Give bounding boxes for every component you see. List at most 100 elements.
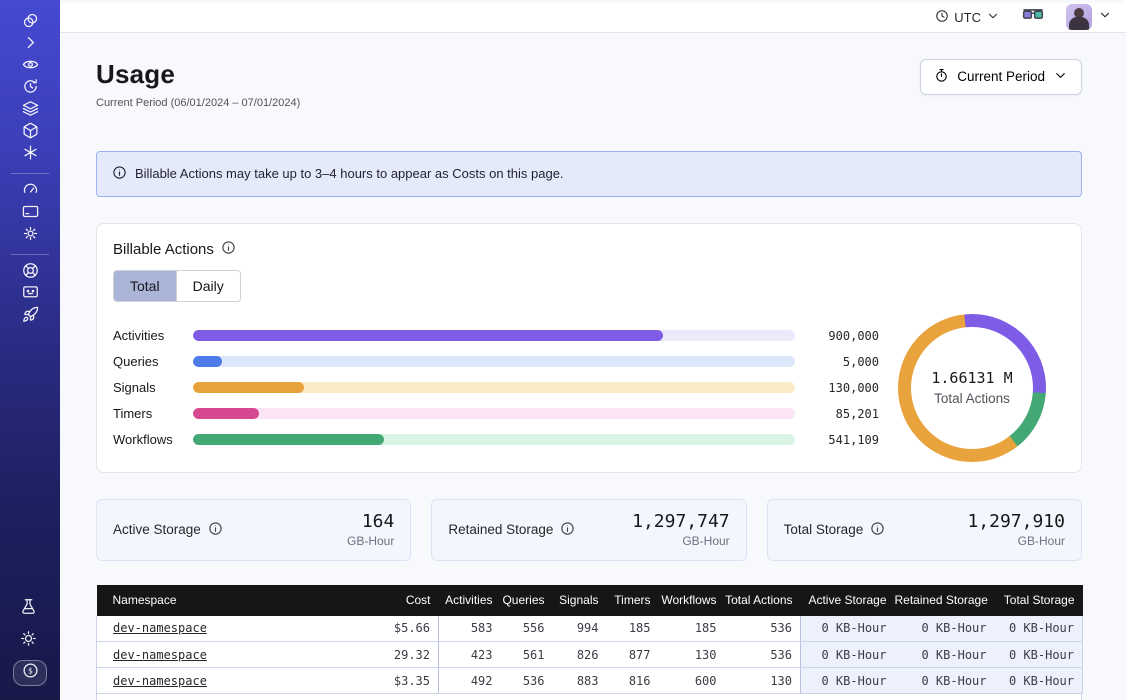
column-header-namespace: Namespace bbox=[97, 585, 367, 616]
sun-icon bbox=[20, 630, 37, 652]
cell-timers: 816 bbox=[607, 668, 659, 694]
cell-timers: 877 bbox=[607, 642, 659, 668]
namespace-link[interactable]: dev-namespace bbox=[113, 621, 207, 635]
info-icon[interactable] bbox=[221, 240, 236, 259]
retained-storage-value: 1,297,747 bbox=[632, 511, 730, 532]
avatar[interactable] bbox=[1066, 4, 1092, 30]
sidebar-item-monitor[interactable] bbox=[15, 284, 45, 306]
cell-total_actions: 536 bbox=[725, 642, 801, 668]
bar-fill bbox=[193, 330, 663, 341]
glasses-icon bbox=[1022, 7, 1044, 27]
sidebar-item-asterisk[interactable] bbox=[15, 144, 45, 166]
bar-value: 900,000 bbox=[807, 329, 879, 343]
sidebar-item-layers[interactable] bbox=[15, 100, 45, 122]
current-period-label: Current Period bbox=[957, 69, 1045, 84]
sidebar-item-credit-card[interactable] bbox=[15, 203, 45, 225]
cell-workflows: 130 bbox=[659, 642, 725, 668]
bar-value: 5,000 bbox=[807, 355, 879, 369]
table-header-row: NamespaceCostActivitiesQueriesSignalsTim… bbox=[97, 585, 1083, 616]
bar-fill bbox=[193, 382, 304, 393]
timezone-label: UTC bbox=[954, 10, 981, 25]
active-storage-label: Active Storage bbox=[113, 522, 201, 537]
dollar-coin-icon: $ bbox=[22, 662, 39, 684]
cell-activities: 583 bbox=[439, 616, 501, 642]
column-header-cost: Cost bbox=[367, 585, 439, 616]
cell-total_storage: 0 KB-Hour bbox=[995, 616, 1083, 642]
bar-row-activities: Activities 900,000 bbox=[113, 323, 879, 349]
bar-value: 130,000 bbox=[807, 381, 879, 395]
cell-signals: 883 bbox=[553, 668, 607, 694]
total-storage-unit: GB-Hour bbox=[967, 534, 1065, 548]
sidebar-item-rocket[interactable] bbox=[15, 306, 45, 328]
cell-activities: 492 bbox=[439, 668, 501, 694]
cell-cost: $5.66 bbox=[367, 616, 439, 642]
layers-icon bbox=[22, 100, 39, 122]
flask-icon bbox=[20, 598, 37, 620]
table-row: dev-namespace$5.665835569941851855360 KB… bbox=[97, 616, 1083, 642]
cell-retained_storage: 0 KB-Hour bbox=[895, 668, 995, 694]
page-header: Usage Current Period (06/01/2024 – 07/01… bbox=[96, 59, 1082, 109]
current-period-button[interactable]: Current Period bbox=[920, 59, 1082, 95]
sidebar-item-chevron-right[interactable] bbox=[15, 34, 45, 56]
card-title-row: Billable Actions bbox=[113, 240, 1065, 259]
total-storage-card: Total Storage 1,297,910 GB-Hour bbox=[767, 499, 1082, 561]
sidebar-item-gear[interactable] bbox=[15, 225, 45, 247]
sidebar-item-sun[interactable] bbox=[13, 628, 43, 654]
lifebuoy-icon bbox=[22, 262, 39, 284]
timezone-selector[interactable]: UTC bbox=[935, 9, 1000, 26]
cell-signals: 826 bbox=[553, 642, 607, 668]
bar-row-signals: Signals130,000 bbox=[113, 375, 879, 401]
sidebar-item-history[interactable] bbox=[15, 78, 45, 100]
temporal-logo-icon bbox=[22, 12, 39, 34]
cell-queries: 561 bbox=[501, 642, 553, 668]
namespace-link[interactable]: dev-namespace bbox=[113, 648, 207, 662]
cell-total_storage: 0 KB-Hour bbox=[995, 642, 1083, 668]
donut-ring: 1.66131 M Total Actions bbox=[898, 314, 1046, 462]
namespace-usage-table: NamespaceCostActivitiesQueriesSignalsTim… bbox=[96, 585, 1083, 695]
sidebar-item-temporal-logo[interactable] bbox=[15, 12, 45, 34]
bar-track bbox=[193, 356, 795, 367]
bar-row-workflows: Workflows541,109 bbox=[113, 427, 879, 453]
bar-track bbox=[193, 434, 795, 445]
donut-chart: 1.66131 M Total Actions bbox=[879, 314, 1065, 462]
billable-actions-title: Billable Actions bbox=[113, 241, 214, 258]
bar-value: 85,201 bbox=[807, 407, 879, 421]
info-icon[interactable] bbox=[870, 521, 885, 539]
bar-fill bbox=[193, 434, 384, 445]
eye-icon bbox=[22, 56, 39, 78]
sidebar-item-flask[interactable] bbox=[13, 596, 43, 622]
bar-track bbox=[193, 408, 795, 419]
page-title: Usage bbox=[96, 59, 300, 90]
chevron-down-icon bbox=[1098, 8, 1112, 27]
tab-total[interactable]: Total bbox=[114, 271, 176, 301]
cell-retained_storage: 0 KB-Hour bbox=[895, 642, 995, 668]
sidebar-item-cube[interactable] bbox=[15, 122, 45, 144]
namespace-link[interactable]: dev-namespace bbox=[113, 674, 207, 688]
account-menu[interactable] bbox=[1066, 4, 1112, 30]
cell-workflows: 600 bbox=[659, 668, 725, 694]
stopwatch-icon bbox=[934, 68, 949, 86]
chevron-down-icon bbox=[986, 9, 1000, 26]
sidebar-item-dollar-coin[interactable]: $ bbox=[13, 660, 47, 686]
cell-timers: 185 bbox=[607, 616, 659, 642]
sidebar-item-gauge[interactable] bbox=[15, 181, 45, 203]
table-row: dev-namespace29.324235618268771305360 KB… bbox=[97, 642, 1083, 668]
glasses-button[interactable] bbox=[1022, 7, 1044, 27]
sidebar-item-lifebuoy[interactable] bbox=[15, 262, 45, 284]
cube-icon bbox=[22, 122, 39, 144]
chevron-down-icon bbox=[1053, 68, 1068, 86]
column-header-activities: Activities bbox=[439, 585, 501, 616]
history-icon bbox=[22, 78, 39, 100]
cell-signals: 994 bbox=[553, 616, 607, 642]
clock-icon bbox=[935, 9, 949, 26]
bar-track bbox=[193, 330, 795, 341]
cell-total_actions: 130 bbox=[725, 668, 801, 694]
info-icon[interactable] bbox=[560, 521, 575, 539]
gear-icon bbox=[22, 225, 39, 247]
total-actions-label: Total Actions bbox=[934, 391, 1010, 406]
sidebar-item-eye[interactable] bbox=[15, 56, 45, 78]
info-icon[interactable] bbox=[208, 521, 223, 539]
bar-label: Activities bbox=[113, 328, 193, 343]
cell-active_storage: 0 KB-Hour bbox=[801, 616, 895, 642]
tab-daily[interactable]: Daily bbox=[176, 271, 240, 301]
